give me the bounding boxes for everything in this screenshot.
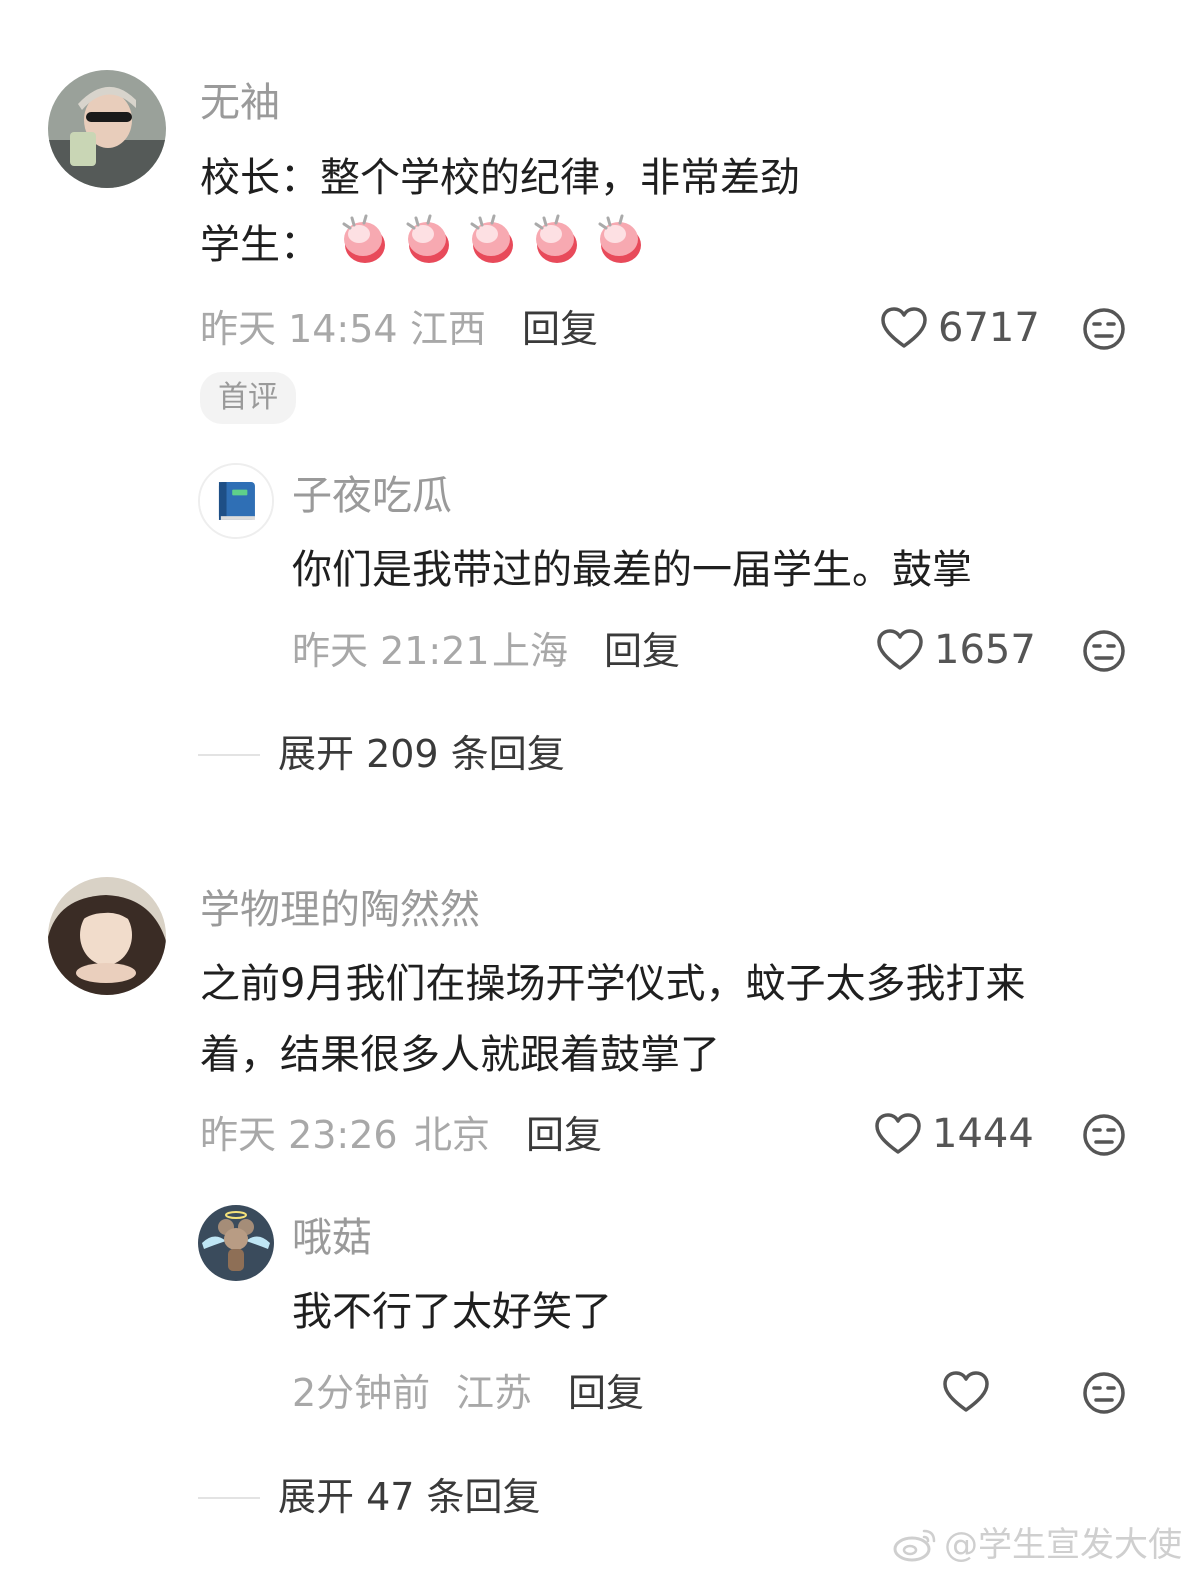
clap-emoji-icon [598, 214, 641, 263]
reply-username[interactable]: 哦菇 [292, 1218, 372, 1258]
avatar[interactable] [48, 70, 166, 188]
dislike-button[interactable] [1082, 1113, 1126, 1157]
watermark-text: @学生宣发大使 [944, 1525, 1182, 1565]
meh-face-icon [1083, 1372, 1125, 1414]
expand-replies-button[interactable]: 展开 209 条回复 [278, 735, 565, 773]
reply-time: 2分钟前 [292, 1371, 431, 1415]
clap-emoji-icon [470, 214, 513, 263]
reply-location: 上海 [492, 629, 569, 673]
comment-username[interactable]: 学物理的陶然然 [200, 890, 480, 930]
first-comment-badge: 首评 [200, 372, 296, 424]
reply-time: 昨天 21:21 [292, 629, 490, 673]
meh-face-icon [1083, 308, 1125, 350]
dislike-button[interactable] [1082, 629, 1126, 673]
reply-button[interactable]: 回复 [604, 632, 680, 670]
dislike-button[interactable] [1082, 307, 1126, 351]
clap-emoji-row [336, 212, 650, 270]
expand-divider [198, 754, 260, 756]
heart-icon [943, 1371, 989, 1412]
avatar[interactable] [198, 463, 274, 539]
comment-text-line: 之前9月我们在操场开学仪式，蚊子太多我打来 [200, 961, 1026, 1007]
avatar[interactable] [198, 1205, 274, 1281]
comment-text-line: 着，结果很多人就跟着鼓掌了 [200, 1032, 720, 1078]
reply-button[interactable]: 回复 [526, 1116, 602, 1154]
heart-icon [881, 307, 927, 348]
clap-emoji-icon [534, 214, 577, 263]
heart-icon [877, 629, 923, 670]
dislike-button[interactable] [1082, 1371, 1126, 1415]
reply-button[interactable]: 回复 [568, 1374, 644, 1412]
comment-text-line: 校长：整个学校的纪律，非常差劲 [200, 155, 800, 201]
comment-text-line: 学生： [200, 222, 320, 268]
like-button[interactable]: 6717 [880, 306, 1040, 350]
like-button[interactable]: 1657 [876, 628, 1036, 672]
expand-replies-button[interactable]: 展开 47 条回复 [278, 1478, 541, 1516]
like-count: 1444 [932, 1111, 1034, 1157]
like-button[interactable]: 1444 [874, 1112, 1034, 1156]
comment-username[interactable]: 无袖 [200, 83, 280, 123]
meh-face-icon [1083, 1114, 1125, 1156]
reply-username[interactable]: 子夜吃瓜 [292, 476, 452, 516]
like-button[interactable] [942, 1370, 1000, 1414]
avatar[interactable] [48, 877, 166, 995]
meh-face-icon [1083, 630, 1125, 672]
expand-divider [198, 1497, 260, 1499]
watermark: @学生宣发大使 [892, 1527, 1182, 1563]
reply-text: 我不行了太好笑了 [292, 1289, 612, 1335]
comment-list: 无袖 校长：整个学校的纪律，非常差劲 学生： 昨天 14:54 江西 回复 67… [0, 0, 1200, 1575]
reply-location: 江苏 [456, 1371, 533, 1415]
like-count: 1657 [934, 627, 1036, 673]
heart-icon [875, 1113, 921, 1154]
weibo-logo-icon [893, 1529, 936, 1562]
comment-time: 昨天 23:26 [200, 1113, 398, 1157]
reply-text: 你们是我带过的最差的一届学生。鼓掌 [292, 547, 972, 593]
clap-emoji-icon [342, 214, 385, 263]
comment-time: 昨天 14:54 [200, 307, 398, 351]
reply-button[interactable]: 回复 [522, 310, 598, 348]
like-count: 6717 [938, 305, 1040, 351]
clap-emoji-icon [406, 214, 449, 263]
comment-location: 北京 [414, 1113, 491, 1157]
comment-location: 江西 [410, 307, 487, 351]
